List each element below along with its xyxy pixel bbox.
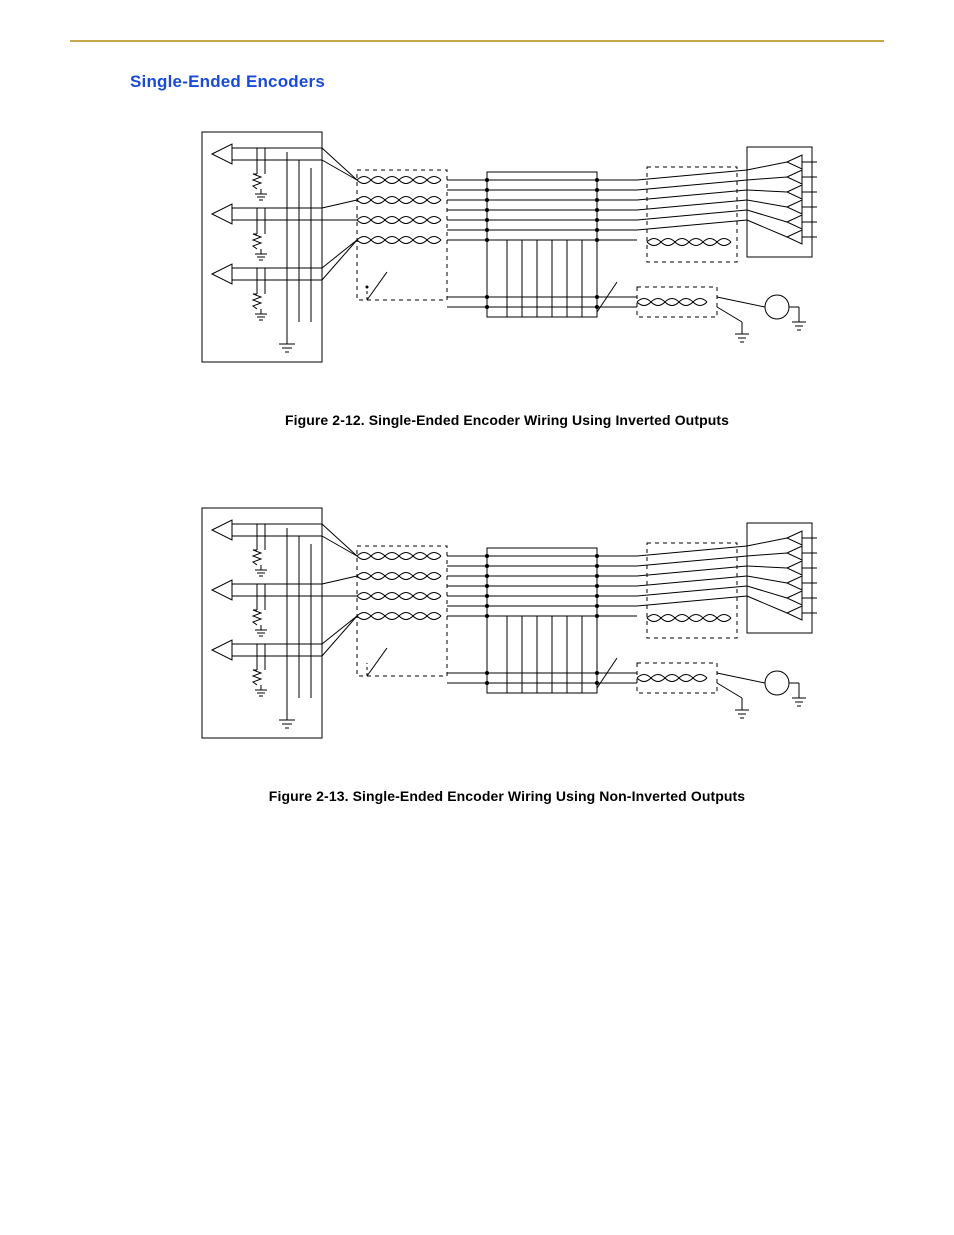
figure-2-12-caption: Figure 2-12. Single-Ended Encoder Wiring… bbox=[130, 412, 884, 428]
document-page: Single-Ended Encoders bbox=[0, 0, 954, 934]
figure-2-12: Figure 2-12. Single-Ended Encoder Wiring… bbox=[130, 122, 884, 428]
wiring-diagram-noninverted-icon bbox=[187, 498, 827, 758]
section-heading: Single-Ended Encoders bbox=[130, 72, 884, 92]
figure-2-13: Figure 2-13. Single-Ended Encoder Wiring… bbox=[130, 498, 884, 804]
wiring-diagram-inverted-icon bbox=[187, 122, 827, 382]
figure-2-13-caption: Figure 2-13. Single-Ended Encoder Wiring… bbox=[130, 788, 884, 804]
header-rule bbox=[70, 40, 884, 42]
